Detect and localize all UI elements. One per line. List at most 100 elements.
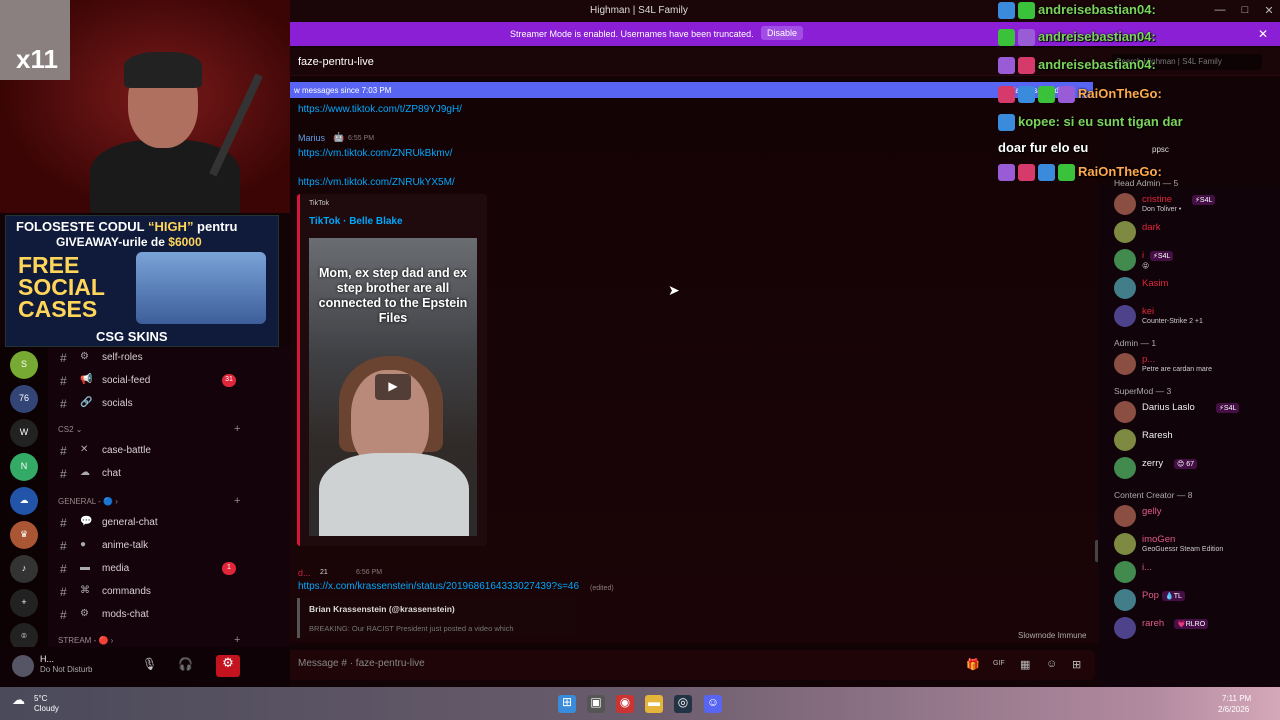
task-view-icon[interactable]: ▣ bbox=[587, 695, 605, 713]
member-item[interactable]: Darius Laslo ⚡S4L bbox=[1114, 400, 1280, 426]
server-icon[interactable]: W bbox=[10, 419, 38, 447]
message-list[interactable]: https://www.tiktok.com/t/ZP89YJ9gH/ Mari… bbox=[290, 98, 1098, 643]
avatar[interactable] bbox=[1114, 533, 1136, 555]
server-icon[interactable]: ♛ bbox=[10, 521, 38, 549]
member-item[interactable]: rareh 💗RLRO bbox=[1114, 616, 1280, 642]
gif-icon[interactable]: GIF bbox=[993, 660, 1005, 667]
channel-item[interactable]: # 📢 social-feed 31 bbox=[48, 371, 290, 391]
channel-item[interactable]: # ⚙ self-roles bbox=[48, 348, 290, 368]
server-icon[interactable]: 76 bbox=[10, 385, 38, 413]
channel-category[interactable]: CS2 ⌄ + bbox=[58, 423, 240, 435]
channel-category[interactable]: GENERAL - 🔵 › + bbox=[58, 495, 240, 507]
message-link[interactable]: https://vm.tiktok.com/ZNRUkYX5M/ bbox=[298, 177, 455, 188]
username[interactable]: H... bbox=[40, 654, 54, 664]
sponsor-ad: FOLOSESTE CODUL “HIGH” pentru GIVEAWAY-u… bbox=[5, 215, 279, 347]
add-channel-icon[interactable]: + bbox=[234, 634, 240, 646]
avatar[interactable] bbox=[1114, 505, 1136, 527]
message-link[interactable]: https://www.tiktok.com/t/ZP89YJ9gH/ bbox=[298, 104, 462, 115]
channel-item[interactable]: # 💬 general-chat bbox=[48, 513, 290, 533]
server-list: S 76 W N ☁ ♛ ♪ + ⌾ bbox=[0, 347, 48, 651]
message-composer[interactable]: + Message # · faze-pentru-live 🎁 GIF ▦ ☺… bbox=[260, 650, 1095, 680]
member-item[interactable]: i... bbox=[1114, 560, 1280, 586]
new-messages-bar[interactable]: w messages since 7:03 PM Mark As Read bbox=[290, 82, 1093, 98]
server-icon[interactable]: S bbox=[10, 351, 38, 379]
emoji-icon[interactable]: ☺ bbox=[1046, 658, 1057, 670]
embed-author[interactable]: Brian Krassenstein (@krassenstein) bbox=[309, 604, 455, 614]
disable-streamer-mode-button[interactable]: Disable bbox=[761, 26, 804, 40]
member-name: cristine bbox=[1142, 194, 1173, 205]
server-icon[interactable]: ♪ bbox=[10, 555, 38, 583]
discord-icon[interactable]: ☺ bbox=[704, 695, 722, 713]
avatar[interactable] bbox=[1114, 249, 1136, 271]
channel-item[interactable]: # ☁ chat bbox=[48, 464, 290, 484]
server-icon[interactable]: ☁ bbox=[10, 487, 38, 515]
file-explorer-icon[interactable]: ▬ bbox=[645, 695, 663, 713]
avatar[interactable] bbox=[1114, 277, 1136, 299]
avatar[interactable] bbox=[1114, 429, 1136, 451]
clock-date: 2/6/2026 bbox=[1218, 705, 1250, 714]
embed-title[interactable]: TikTok · Belle Blake bbox=[309, 216, 403, 227]
settings-gear-icon[interactable]: ⚙ bbox=[216, 655, 240, 677]
channel-item[interactable]: # ● anime-talk bbox=[48, 536, 290, 556]
avatar[interactable] bbox=[12, 655, 34, 677]
stream-chat-line: doar fur elo eu bbox=[998, 140, 1088, 166]
member-group-label: SuperMod — 3 bbox=[1114, 386, 1172, 396]
message-input[interactable]: Message # · faze-pentru-live bbox=[298, 658, 425, 669]
gift-icon[interactable]: 🎁 bbox=[966, 658, 980, 671]
hash-icon: # bbox=[60, 585, 67, 599]
avatar[interactable] bbox=[1114, 353, 1136, 375]
member-item[interactable]: kei Counter-Strike 2 +1 bbox=[1114, 304, 1280, 330]
member-tag: ⚡S4L bbox=[1192, 195, 1216, 205]
avatar[interactable] bbox=[1114, 401, 1136, 423]
avatar[interactable] bbox=[1114, 561, 1136, 583]
start-icon[interactable]: ⊞ bbox=[558, 695, 576, 713]
member-name: Pop bbox=[1142, 590, 1159, 601]
channel-category[interactable]: STREAM - 🔴 › + bbox=[58, 634, 240, 646]
microphone-icon[interactable]: 🎙 bbox=[142, 657, 157, 671]
member-item[interactable]: Pop 💧TL bbox=[1114, 588, 1280, 614]
server-icon[interactable]: N bbox=[10, 453, 38, 481]
channel-item[interactable]: # ▬ media 1 bbox=[48, 559, 290, 579]
add-channel-icon[interactable]: + bbox=[234, 423, 240, 435]
member-group-label: Admin — 1 bbox=[1114, 338, 1157, 348]
member-item[interactable]: dark bbox=[1114, 220, 1280, 246]
server-icon[interactable]: + bbox=[10, 589, 38, 617]
avatar[interactable] bbox=[1114, 457, 1136, 479]
channel-item[interactable]: # ✕ case-battle bbox=[48, 441, 290, 461]
message-author[interactable]: Marius bbox=[298, 133, 325, 143]
channel-item[interactable]: # ⌘ commands bbox=[48, 582, 290, 602]
message-link[interactable]: https://x.com/krassenstein/status/201968… bbox=[298, 581, 579, 592]
member-item[interactable]: imoGen GeoGuessr Steam Edition bbox=[1114, 532, 1280, 558]
weather-temp: 5°C bbox=[34, 694, 48, 703]
channel-label: chat bbox=[102, 468, 121, 479]
avatar[interactable] bbox=[1114, 617, 1136, 639]
member-item[interactable]: Kasim bbox=[1114, 276, 1280, 302]
embed-video[interactable]: Mom, ex step dad and ex step brother are… bbox=[309, 238, 477, 536]
member-item[interactable]: p... Petre are cardan mare bbox=[1114, 352, 1280, 378]
level-badge: 21 bbox=[320, 569, 328, 576]
avatar[interactable] bbox=[1114, 305, 1136, 327]
chat-badge-icon bbox=[998, 86, 1015, 104]
play-icon[interactable]: ▶ bbox=[375, 374, 411, 400]
browser-icon[interactable]: ◉ bbox=[616, 695, 634, 713]
headset-icon[interactable]: 🎧 bbox=[178, 657, 193, 671]
avatar[interactable] bbox=[1114, 193, 1136, 215]
add-channel-icon[interactable]: + bbox=[234, 495, 240, 507]
channel-item[interactable]: # 🔗 socials bbox=[48, 394, 290, 414]
stream-chat-extra: ppsc bbox=[1152, 145, 1169, 154]
avatar[interactable] bbox=[1114, 589, 1136, 611]
message-author[interactable]: d... bbox=[298, 568, 311, 578]
member-item[interactable]: cristine ⚡S4L Don Toliver • bbox=[1114, 192, 1280, 218]
message-link[interactable]: https://vm.tiktok.com/ZNRUkBkmv/ bbox=[298, 148, 452, 159]
stream-chat-text: doar fur elo eu bbox=[998, 140, 1089, 155]
member-item[interactable]: i ⚡S4L 😝 bbox=[1114, 248, 1280, 274]
member-item[interactable]: gelly bbox=[1114, 504, 1280, 530]
channel-item[interactable]: # ⚙ mods-chat bbox=[48, 605, 290, 625]
member-item[interactable]: zerry 😊 67 bbox=[1114, 456, 1280, 482]
avatar[interactable] bbox=[1114, 221, 1136, 243]
sticker-icon[interactable]: ▦ bbox=[1020, 658, 1030, 671]
steam-icon[interactable]: ◎ bbox=[674, 695, 692, 713]
apps-icon[interactable]: ⊞ bbox=[1072, 658, 1081, 671]
member-item[interactable]: Raresh bbox=[1114, 428, 1280, 454]
new-messages-text: w messages since 7:03 PM bbox=[294, 86, 392, 95]
